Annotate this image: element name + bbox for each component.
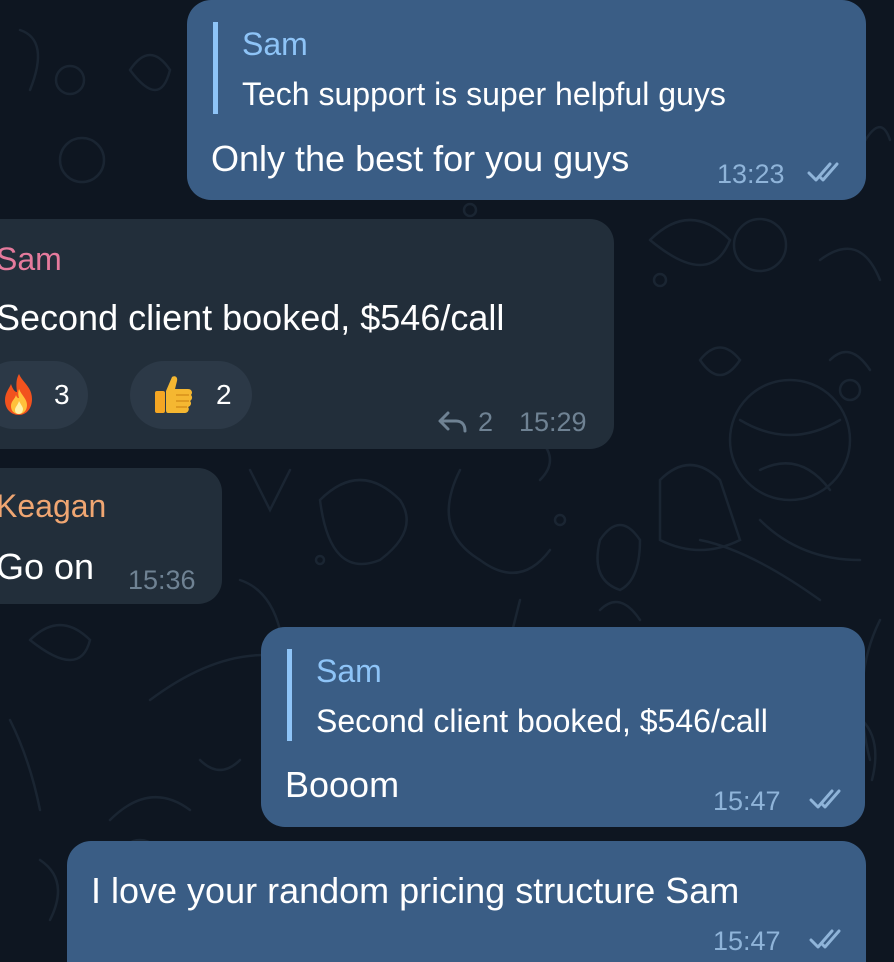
message-time: 15:29	[519, 407, 587, 437]
reaction-count: 3	[54, 379, 70, 410]
sender-name[interactable]: Keagan	[0, 490, 106, 522]
message-bubble-incoming[interactable]: Sam Second client booked, $546/call 3 2 …	[0, 219, 614, 449]
reply-arrow-icon[interactable]	[436, 409, 468, 435]
message-bubble-outgoing[interactable]: Sam Tech support is super helpful guys O…	[187, 0, 866, 200]
reply-quote[interactable]: Sam Second client booked, $546/call	[287, 649, 844, 741]
thumbs-up-emoji	[155, 376, 193, 413]
reply-quote-sender: Sam	[242, 26, 308, 62]
replies-count[interactable]: 2	[478, 409, 493, 436]
message-bubble-outgoing[interactable]: Sam Second client booked, $546/call Booo…	[261, 627, 865, 827]
reaction-count: 2	[216, 379, 232, 410]
message-text: Second client booked, $546/call	[0, 297, 505, 338]
reaction-fire[interactable]: 3	[0, 361, 88, 429]
reaction-thumbs-up[interactable]: 2	[130, 361, 252, 429]
reply-quote-text: Second client booked, $546/call	[316, 703, 768, 739]
message-time: 13:23	[717, 159, 785, 189]
reply-quote[interactable]: Sam Tech support is super helpful guys	[213, 22, 818, 114]
message-text: Booom	[285, 764, 400, 805]
double-check-icon	[809, 789, 841, 809]
fire-emoji	[5, 374, 32, 415]
message-text: I love your random pricing structure Sam	[91, 870, 740, 911]
message-text: Go on	[0, 546, 95, 587]
message-time: 15:47	[713, 926, 781, 956]
message-bubble-incoming[interactable]: Keagan Go on 15:36	[0, 468, 222, 604]
reply-quote-text: Tech support is super helpful guys	[242, 76, 726, 112]
sender-name[interactable]: Sam	[0, 243, 62, 275]
message-time: 15:36	[128, 565, 196, 595]
message-text: Only the best for you guys	[211, 138, 630, 179]
message-bubble-outgoing[interactable]: I love your random pricing structure Sam…	[67, 841, 866, 962]
reply-quote-sender: Sam	[316, 653, 382, 689]
message-time: 15:47	[713, 786, 781, 816]
double-check-icon	[807, 162, 839, 182]
double-check-icon	[809, 929, 841, 949]
